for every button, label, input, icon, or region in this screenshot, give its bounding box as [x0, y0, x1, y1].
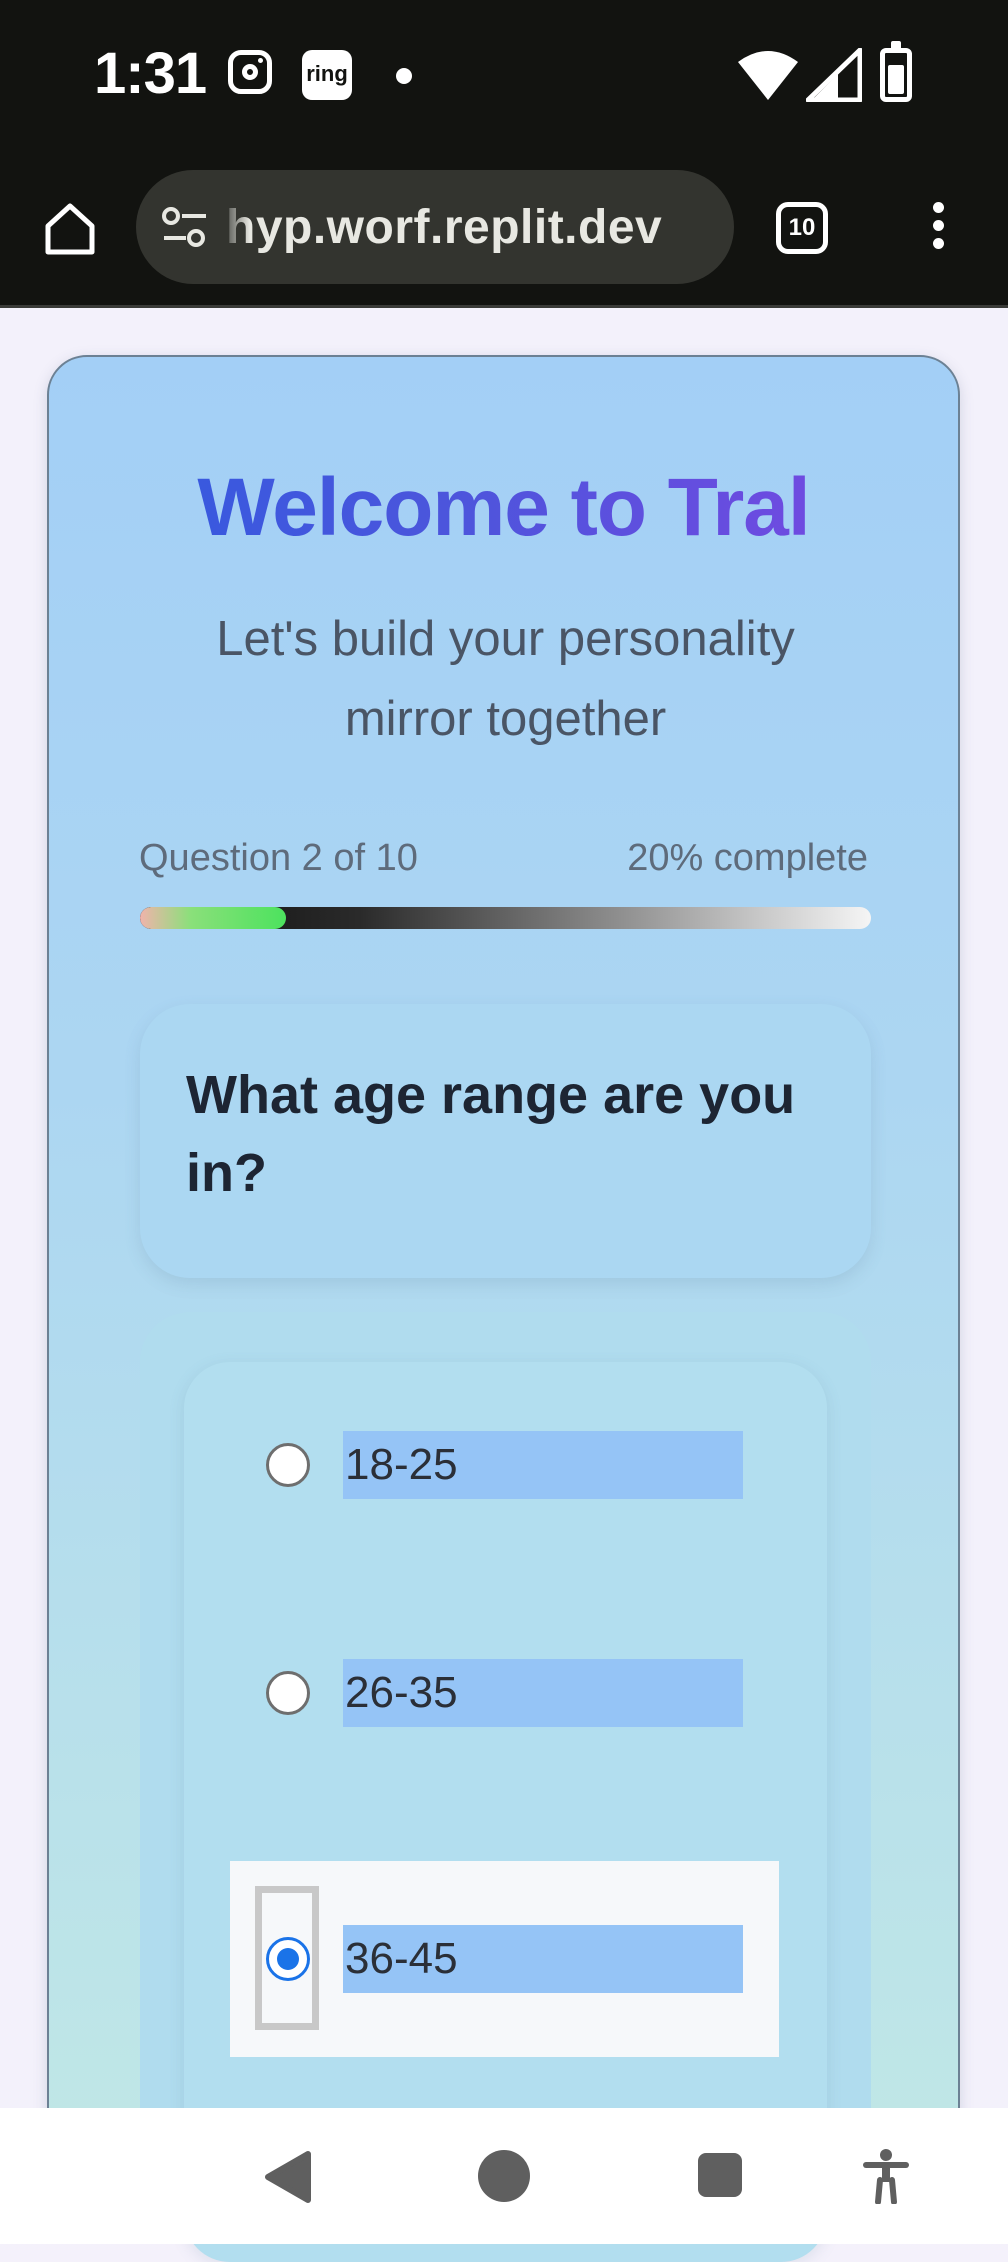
radio-button[interactable] [266, 1671, 310, 1715]
welcome-card: Welcome to Tral Let's build your persona… [47, 355, 960, 2262]
instagram-icon [228, 50, 272, 94]
battery-icon [880, 41, 912, 102]
option-26-35[interactable]: 26-35 [184, 1596, 827, 1792]
ring-icon: ring [302, 50, 352, 100]
home-circle-icon[interactable] [478, 2150, 530, 2202]
question-box: What age range are you in? [140, 1004, 871, 1278]
option-36-45[interactable]: 36-45 [184, 1861, 827, 2057]
option-18-25[interactable]: 18-25 [184, 1368, 827, 1564]
notification-dot-icon [396, 68, 412, 84]
url-fade [220, 170, 250, 284]
question-text: What age range are you in? [186, 1065, 796, 1203]
radio-button-selected[interactable] [266, 1937, 310, 1981]
tabs-icon[interactable]: 10 [776, 202, 828, 254]
home-icon[interactable] [40, 198, 100, 258]
option-label[interactable]: 26-35 [343, 1659, 743, 1727]
url-text[interactable]: hyp.worf.replit.dev [226, 200, 662, 255]
page-title: Welcome to Tral [49, 461, 958, 555]
progress-bar [140, 907, 871, 929]
status-time: 1:31 [94, 41, 207, 106]
signal-icon [806, 48, 862, 102]
progress-percent: 20% complete [627, 837, 868, 879]
system-nav-bar [0, 2108, 1008, 2244]
wifi-icon [738, 51, 798, 100]
accessibility-icon[interactable] [862, 2148, 910, 2204]
browser-toolbar: hyp.worf.replit.dev 10 [0, 156, 1008, 308]
status-bar: 1:31 ring [0, 0, 1008, 156]
more-menu-icon[interactable] [928, 198, 948, 258]
page-area: Welcome to Tral Let's build your persona… [0, 308, 1008, 2262]
progress-fill [140, 907, 287, 929]
address-bar[interactable]: hyp.worf.replit.dev [136, 170, 734, 284]
back-icon[interactable] [262, 2150, 312, 2204]
option-label[interactable]: 18-25 [343, 1431, 743, 1499]
recents-icon[interactable] [698, 2153, 742, 2197]
options-container: 18-25 26-35 36-45 [140, 1312, 871, 2262]
progress-label: Question 2 of 10 [139, 837, 418, 879]
page-subtitle: Let's build your personality mirror toge… [216, 612, 795, 746]
radio-button[interactable] [266, 1443, 310, 1487]
site-settings-icon[interactable] [160, 204, 210, 250]
option-label[interactable]: 36-45 [343, 1925, 743, 1993]
